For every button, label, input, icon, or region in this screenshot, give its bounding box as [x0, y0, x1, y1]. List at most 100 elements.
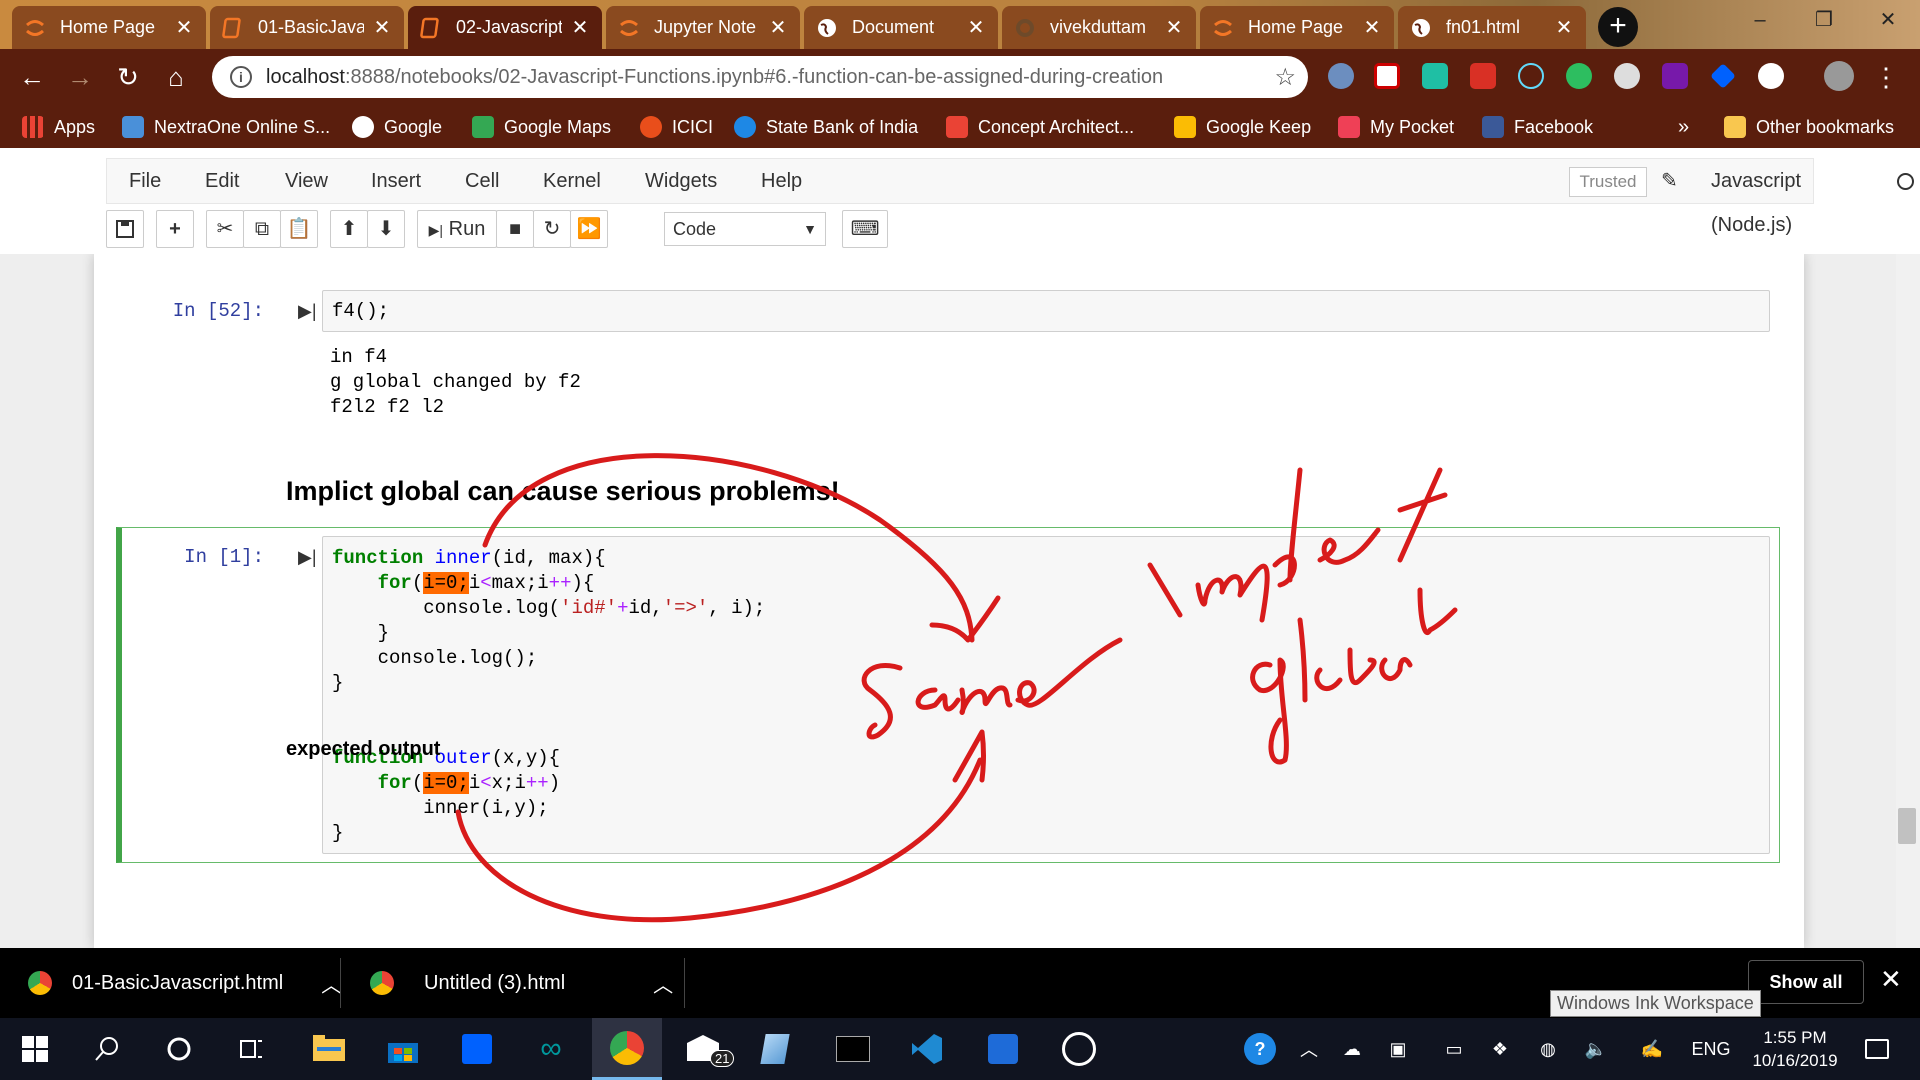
restart-icon[interactable]: ↻ — [533, 210, 571, 248]
stop-icon[interactable]: ■ — [496, 210, 534, 248]
tab-javascript-functions[interactable]: 02-Javascript ✕ — [408, 6, 602, 49]
react-icon[interactable] — [1518, 63, 1544, 89]
minimize-icon[interactable]: – — [1728, 0, 1792, 40]
notepad-icon[interactable] — [740, 1018, 810, 1080]
insert-cell-icon[interactable]: + — [156, 210, 194, 248]
download-item[interactable]: Untitled (3).html ︿ — [370, 948, 673, 1018]
keyboard-icon[interactable]: ⌨ — [842, 210, 888, 248]
tab-home-page-1[interactable]: Home Page ✕ — [12, 6, 206, 49]
bookmark-sbi[interactable]: State Bank of India — [734, 106, 918, 148]
mail-icon[interactable]: 21 — [668, 1018, 738, 1080]
other-bookmarks[interactable]: Other bookmarks — [1724, 106, 1894, 148]
close-icon[interactable]: ✕ — [1362, 15, 1382, 40]
extension-icon[interactable] — [1328, 63, 1354, 89]
store-icon[interactable] — [368, 1018, 438, 1080]
home-icon[interactable]: ⌂ — [158, 59, 194, 95]
run-cell-icon[interactable]: ▶| — [298, 547, 317, 567]
close-icon[interactable]: ✕ — [1164, 15, 1184, 40]
chevron-up-icon[interactable]: ︿ — [321, 969, 341, 998]
arduino-icon[interactable]: ∞ — [516, 1018, 586, 1080]
dev-tool-icon[interactable] — [968, 1018, 1038, 1080]
tab-basic-javascript[interactable]: 01-BasicJava ✕ — [210, 6, 404, 49]
reload-icon[interactable]: ↻ — [110, 59, 146, 95]
network-icon[interactable]: ◍ — [1528, 1018, 1568, 1080]
edit-pencil-icon[interactable]: ✎ — [1661, 159, 1678, 203]
menu-help[interactable]: Help — [761, 159, 802, 203]
bookmark-apps[interactable]: Apps — [22, 106, 95, 148]
cell-type-select[interactable]: Code ▼ — [664, 212, 826, 246]
dropbox-icon[interactable] — [442, 1018, 512, 1080]
run-cell-icon[interactable]: ▶| — [298, 301, 317, 321]
more-menu-icon[interactable]: ⋮ — [1868, 59, 1904, 95]
tab-github[interactable]: vivekduttam ✕ — [1002, 6, 1196, 49]
scrollbar-thumb[interactable] — [1898, 808, 1916, 844]
close-icon[interactable]: ✕ — [1554, 15, 1574, 40]
bookmark-google-maps[interactable]: Google Maps — [472, 106, 611, 148]
task-view-icon[interactable] — [216, 1018, 286, 1080]
window-close-icon[interactable]: ✕ — [1856, 0, 1920, 40]
file-explorer-icon[interactable] — [294, 1018, 364, 1080]
menu-cell[interactable]: Cell — [465, 159, 499, 203]
tab-document[interactable]: Document ✕ — [804, 6, 998, 49]
tab-jupyter-notebook[interactable]: Jupyter Note ✕ — [606, 6, 800, 49]
copy-icon[interactable]: ⧉ — [243, 210, 281, 248]
save-icon[interactable] — [106, 210, 144, 248]
tab-fn01[interactable]: fn01.html ✕ — [1398, 6, 1586, 49]
close-icon[interactable]: ✕ — [966, 15, 986, 40]
menu-file[interactable]: File — [129, 159, 161, 203]
app-icon[interactable] — [1044, 1018, 1114, 1080]
close-icon[interactable]: ✕ — [1880, 964, 1902, 995]
help-icon[interactable]: ? — [1240, 1018, 1280, 1080]
bookmark-google-keep[interactable]: Google Keep — [1174, 106, 1311, 148]
extension-icon[interactable] — [1758, 63, 1784, 89]
chrome-taskbar-icon[interactable] — [592, 1018, 662, 1080]
extension-icon[interactable] — [1422, 63, 1448, 89]
bookmarks-overflow-button[interactable]: » — [1678, 106, 1689, 148]
chevron-up-icon[interactable]: ︿ — [1296, 1018, 1322, 1080]
dropbox-tray-icon[interactable]: ❖ — [1480, 1018, 1520, 1080]
fast-forward-icon[interactable]: ⏩ — [570, 210, 608, 248]
menu-kernel[interactable]: Kernel — [543, 159, 601, 203]
restore-icon[interactable]: ❐ — [1792, 0, 1856, 40]
download-item[interactable]: 01-BasicJavascript.html ︿ — [28, 948, 341, 1018]
bookmark-google[interactable]: Google — [352, 106, 442, 148]
terminal-icon[interactable] — [818, 1018, 888, 1080]
move-up-icon[interactable]: ⬆ — [330, 210, 368, 248]
new-tab-button[interactable]: + — [1598, 7, 1638, 47]
trusted-indicator[interactable]: Trusted — [1569, 167, 1647, 197]
profile-avatar[interactable] — [1824, 61, 1854, 91]
bookmark-icici[interactable]: ICICI — [640, 106, 713, 148]
menu-widgets[interactable]: Widgets — [645, 159, 717, 203]
onenote-icon[interactable] — [1662, 63, 1688, 89]
close-icon[interactable]: ✕ — [570, 15, 590, 40]
info-icon[interactable]: i — [230, 66, 252, 88]
move-down-icon[interactable]: ⬇ — [367, 210, 405, 248]
extension-icon[interactable] — [1614, 63, 1640, 89]
evernote-icon[interactable] — [1566, 63, 1592, 89]
menu-edit[interactable]: Edit — [205, 159, 239, 203]
run-button[interactable]: ▶| Run — [417, 210, 497, 248]
extension-icon[interactable] — [1374, 63, 1400, 89]
tab-home-page-2[interactable]: Home Page ✕ — [1200, 6, 1394, 49]
volume-icon[interactable]: 🔈 — [1576, 1018, 1616, 1080]
close-icon[interactable]: ✕ — [768, 15, 788, 40]
notebook-scroll-area[interactable]: In [52]: ▶| f4(); in f4 g global changed… — [0, 254, 1920, 948]
paste-icon[interactable]: 📋 — [280, 210, 318, 248]
dropbox-icon[interactable] — [1710, 63, 1736, 89]
bookmark-pocket[interactable]: My Pocket — [1338, 106, 1454, 148]
code-input-area[interactable]: f4(); — [322, 290, 1770, 332]
bookmark-facebook[interactable]: Facebook — [1482, 106, 1593, 148]
gmail-icon[interactable] — [1470, 63, 1496, 89]
onedrive-icon[interactable]: ☁ — [1332, 1018, 1372, 1080]
language-indicator[interactable]: ENG — [1686, 1018, 1736, 1080]
close-icon[interactable]: ✕ — [174, 15, 194, 40]
back-arrow-icon[interactable]: ← — [14, 59, 50, 95]
cortana-icon[interactable] — [144, 1018, 214, 1080]
menu-insert[interactable]: Insert — [371, 159, 421, 203]
forward-arrow-icon[interactable]: → — [62, 59, 98, 95]
menu-view[interactable]: View — [285, 159, 328, 203]
tray-app-icon[interactable]: ▣ — [1378, 1018, 1418, 1080]
bookmark-star-icon[interactable]: ☆ — [1274, 63, 1296, 92]
chevron-up-icon[interactable]: ︿ — [653, 969, 673, 998]
cut-icon[interactable]: ✂ — [206, 210, 244, 248]
